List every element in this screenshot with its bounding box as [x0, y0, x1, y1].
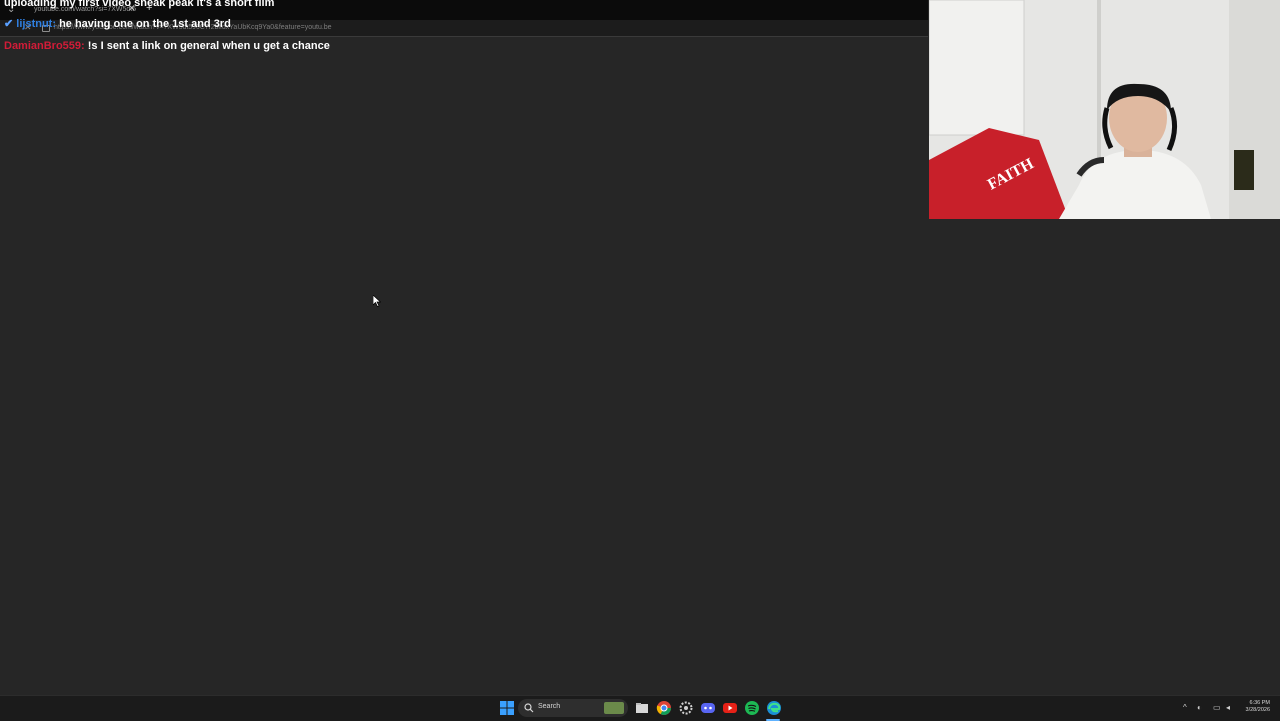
chat-message: DamianBro559: !s I sent a link on genera… [4, 40, 330, 53]
taskbar: Search ^ ◐ ▭ ◂ 6:36 PM 3/28/2026 [0, 695, 1280, 721]
youtube-icon[interactable] [722, 700, 738, 716]
chat-username: DamianBro559: [4, 40, 85, 52]
spotify-icon[interactable] [744, 700, 760, 716]
webcam-feed: FAITH [929, 0, 1280, 219]
clock[interactable]: 6:36 PM 3/28/2026 [1246, 700, 1270, 714]
search-placeholder: Search [538, 703, 561, 710]
file-explorer-icon[interactable] [634, 700, 650, 716]
chat-message: ✔ lijstnut: he having one on the 1st and… [4, 18, 231, 31]
taskbar-search-box[interactable]: Search [518, 699, 628, 717]
windows-start-icon[interactable] [499, 700, 515, 716]
verified-badge-icon: ✔ [4, 18, 14, 30]
monitor-icon[interactable]: ▭ [1213, 703, 1221, 712]
mouse-cursor-icon [373, 295, 381, 307]
settings-icon[interactable] [678, 700, 694, 716]
discord-icon[interactable] [700, 700, 716, 716]
volume-icon[interactable]: ◂ [1226, 703, 1230, 712]
webcam-image: FAITH [929, 0, 1280, 219]
chat-message-text: !s I sent a link on general when u get a… [87, 40, 330, 52]
chat-message-text: he having one on the 1st and 3rd [59, 18, 231, 30]
chat-message-text: uploading my first video sneak peak it's… [4, 0, 275, 9]
chrome-icon[interactable] [656, 700, 672, 716]
clock-time: 6:36 PM [1249, 700, 1270, 706]
chat-username: lijstnut: [16, 18, 56, 30]
search-icon [524, 703, 534, 713]
edge-icon[interactable] [766, 700, 782, 716]
chat-message: uploading my first video sneak peak it's… [4, 0, 274, 10]
chevron-up-icon[interactable]: ^ [1183, 703, 1187, 712]
clock-date: 3/28/2026 [1245, 707, 1270, 713]
network-icon[interactable]: ◐ [1197, 703, 1202, 712]
search-highlight-image [604, 702, 624, 714]
